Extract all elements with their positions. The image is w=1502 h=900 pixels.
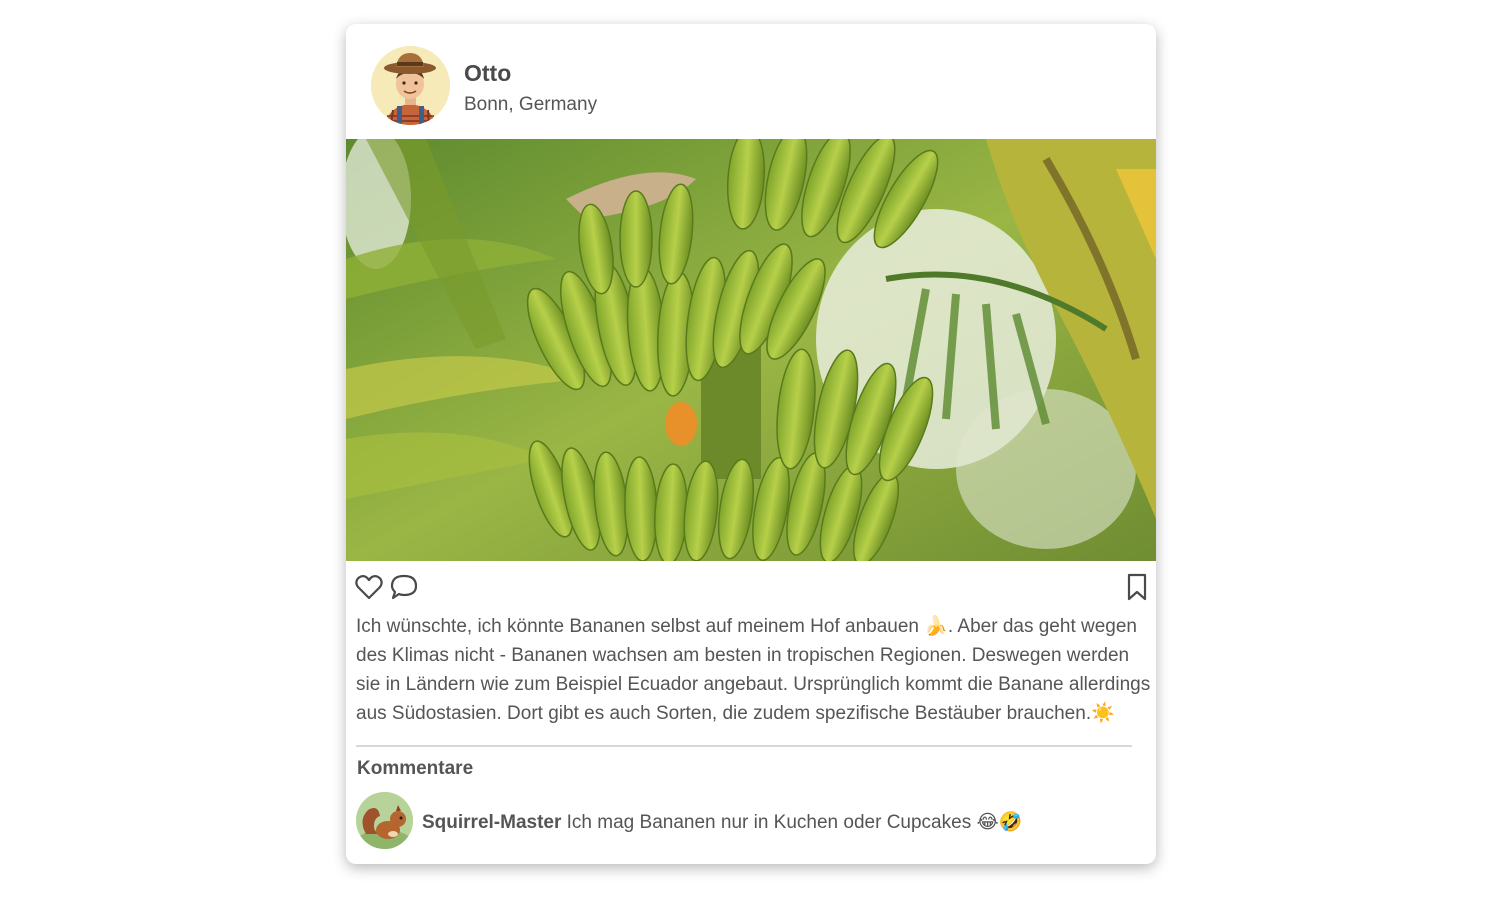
author-location: Bonn, Germany [464, 94, 598, 115]
comment-body: Ich mag Bananen nur in Kuchen oder Cupca… [566, 812, 1023, 833]
squirrel-avatar-illustration [356, 792, 413, 849]
banana-bunch-photo [346, 139, 1156, 561]
post-actions [346, 572, 1156, 606]
heart-icon[interactable] [354, 572, 384, 602]
farmer-avatar-illustration [371, 46, 450, 125]
post-photo [346, 139, 1156, 561]
comment-author[interactable]: Squirrel-Master [422, 812, 561, 833]
author-name[interactable]: Otto [464, 60, 511, 87]
comments-divider [356, 745, 1132, 747]
post-card: Otto Bonn, Germany Ich wünschte, ich kön… [346, 24, 1156, 864]
author-avatar[interactable] [371, 46, 450, 125]
bookmark-icon[interactable] [1122, 572, 1152, 602]
comment-text: Squirrel-Master Ich mag Bananen nur in K… [422, 810, 1022, 834]
post-caption: Ich wünschte, ich könnte Bananen selbst … [356, 616, 1151, 724]
speech-bubble-icon[interactable] [389, 572, 419, 602]
post-header: Otto Bonn, Germany [346, 24, 1156, 139]
comment-item: Squirrel-Master Ich mag Bananen nur in K… [356, 792, 1146, 850]
comments-heading: Kommentare [357, 758, 474, 779]
commenter-avatar[interactable] [356, 792, 413, 849]
